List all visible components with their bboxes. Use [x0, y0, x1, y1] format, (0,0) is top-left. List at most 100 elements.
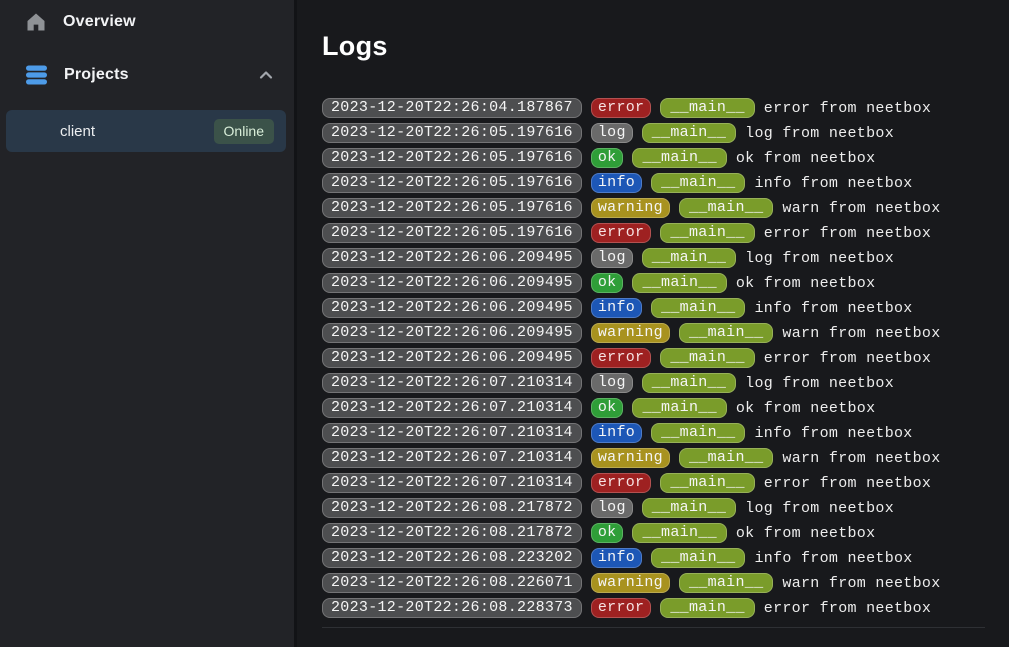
log-level-badge: error	[591, 98, 652, 118]
sidebar-item-label: Overview	[63, 13, 136, 31]
log-module-badge: __main__	[651, 423, 745, 443]
log-message: ok from neetbox	[736, 275, 876, 292]
log-level-badge: error	[591, 348, 652, 368]
log-timestamp-badge: 2023-12-20T22:26:06.209495	[322, 323, 582, 343]
log-timestamp-badge: 2023-12-20T22:26:08.226071	[322, 573, 582, 593]
log-message: info from neetbox	[754, 175, 912, 192]
log-level-badge: warning	[591, 323, 670, 343]
log-list: 2023-12-20T22:26:04.187867 error __main_…	[322, 98, 985, 618]
log-level-badge: ok	[591, 148, 624, 168]
log-level-badge: warning	[591, 448, 670, 468]
log-module-badge: __main__	[679, 573, 773, 593]
log-timestamp-badge: 2023-12-20T22:26:08.228373	[322, 598, 582, 618]
log-timestamp-badge: 2023-12-20T22:26:07.210314	[322, 423, 582, 443]
log-row: 2023-12-20T22:26:07.210314 log __main__ …	[322, 373, 985, 393]
log-timestamp-badge: 2023-12-20T22:26:05.197616	[322, 148, 582, 168]
log-module-badge: __main__	[642, 248, 736, 268]
log-message: ok from neetbox	[736, 400, 876, 417]
log-timestamp-badge: 2023-12-20T22:26:05.197616	[322, 223, 582, 243]
log-module-badge: __main__	[660, 98, 754, 118]
log-row: 2023-12-20T22:26:06.209495 error __main_…	[322, 348, 985, 368]
log-row: 2023-12-20T22:26:06.209495 ok __main__ o…	[322, 273, 985, 293]
log-level-badge: info	[591, 423, 642, 443]
log-message: log from neetbox	[745, 500, 894, 517]
log-level-badge: error	[591, 598, 652, 618]
log-timestamp-badge: 2023-12-20T22:26:08.223202	[322, 548, 582, 568]
log-module-badge: __main__	[651, 548, 745, 568]
log-timestamp-badge: 2023-12-20T22:26:06.209495	[322, 248, 582, 268]
log-row: 2023-12-20T22:26:05.197616 info __main__…	[322, 173, 985, 193]
log-row: 2023-12-20T22:26:07.210314 info __main__…	[322, 423, 985, 443]
sidebar-project-item-client[interactable]: client Online	[6, 110, 286, 152]
log-module-badge: __main__	[642, 498, 736, 518]
bottom-divider	[322, 627, 985, 628]
log-message: log from neetbox	[745, 250, 894, 267]
log-level-badge: ok	[591, 273, 624, 293]
log-row: 2023-12-20T22:26:07.210314 error __main_…	[322, 473, 985, 493]
log-row: 2023-12-20T22:26:08.228373 error __main_…	[322, 598, 985, 618]
log-timestamp-badge: 2023-12-20T22:26:05.197616	[322, 123, 582, 143]
log-row: 2023-12-20T22:26:05.197616 log __main__ …	[322, 123, 985, 143]
log-message: log from neetbox	[745, 375, 894, 392]
log-module-badge: __main__	[632, 523, 726, 543]
log-timestamp-badge: 2023-12-20T22:26:06.209495	[322, 298, 582, 318]
log-module-badge: __main__	[642, 373, 736, 393]
log-timestamp-badge: 2023-12-20T22:26:06.209495	[322, 348, 582, 368]
log-message: ok from neetbox	[736, 150, 876, 167]
log-row: 2023-12-20T22:26:04.187867 error __main_…	[322, 98, 985, 118]
log-message: warn from neetbox	[782, 450, 940, 467]
log-row: 2023-12-20T22:26:08.226071 warning __mai…	[322, 573, 985, 593]
log-message: error from neetbox	[764, 100, 931, 117]
log-row: 2023-12-20T22:26:05.197616 error __main_…	[322, 223, 985, 243]
log-timestamp-badge: 2023-12-20T22:26:05.197616	[322, 198, 582, 218]
log-message: warn from neetbox	[782, 575, 940, 592]
log-level-badge: warning	[591, 573, 670, 593]
log-module-badge: __main__	[660, 473, 754, 493]
log-row: 2023-12-20T22:26:06.209495 info __main__…	[322, 298, 985, 318]
chevron-up-icon[interactable]	[258, 67, 274, 83]
status-badge: Online	[214, 119, 274, 144]
log-timestamp-badge: 2023-12-20T22:26:08.217872	[322, 523, 582, 543]
log-timestamp-badge: 2023-12-20T22:26:06.209495	[322, 273, 582, 293]
log-level-badge: warning	[591, 198, 670, 218]
project-name: client	[60, 123, 95, 140]
sidebar: Overview Projects client Online	[0, 0, 297, 647]
log-module-badge: __main__	[660, 348, 754, 368]
sidebar-item-projects[interactable]: Projects	[0, 53, 294, 97]
log-timestamp-badge: 2023-12-20T22:26:07.210314	[322, 373, 582, 393]
log-row: 2023-12-20T22:26:06.209495 warning __mai…	[322, 323, 985, 343]
log-timestamp-badge: 2023-12-20T22:26:08.217872	[322, 498, 582, 518]
log-timestamp-badge: 2023-12-20T22:26:07.210314	[322, 398, 582, 418]
page-title: Logs	[322, 30, 985, 62]
log-message: warn from neetbox	[782, 325, 940, 342]
log-module-badge: __main__	[679, 198, 773, 218]
log-level-badge: info	[591, 298, 642, 318]
projects-list-icon	[26, 65, 47, 85]
log-timestamp-badge: 2023-12-20T22:26:04.187867	[322, 98, 582, 118]
log-module-badge: __main__	[632, 148, 726, 168]
log-timestamp-badge: 2023-12-20T22:26:07.210314	[322, 473, 582, 493]
log-message: error from neetbox	[764, 350, 931, 367]
log-message: info from neetbox	[754, 300, 912, 317]
log-row: 2023-12-20T22:26:07.210314 ok __main__ o…	[322, 398, 985, 418]
log-row: 2023-12-20T22:26:08.217872 ok __main__ o…	[322, 523, 985, 543]
log-module-badge: __main__	[679, 323, 773, 343]
log-message: error from neetbox	[764, 225, 931, 242]
log-level-badge: info	[591, 173, 642, 193]
log-module-badge: __main__	[679, 448, 773, 468]
log-level-badge: log	[591, 498, 633, 518]
log-message: warn from neetbox	[782, 200, 940, 217]
log-timestamp-badge: 2023-12-20T22:26:05.197616	[322, 173, 582, 193]
log-level-badge: ok	[591, 398, 624, 418]
log-row: 2023-12-20T22:26:08.217872 log __main__ …	[322, 498, 985, 518]
log-module-badge: __main__	[660, 598, 754, 618]
main-content: Logs 2023-12-20T22:26:04.187867 error __…	[300, 0, 1009, 647]
sidebar-item-overview[interactable]: Overview	[0, 0, 294, 44]
log-level-badge: info	[591, 548, 642, 568]
log-module-badge: __main__	[642, 123, 736, 143]
log-message: error from neetbox	[764, 600, 931, 617]
log-message: info from neetbox	[754, 550, 912, 567]
home-icon	[26, 12, 46, 32]
log-message: info from neetbox	[754, 425, 912, 442]
log-level-badge: log	[591, 248, 633, 268]
